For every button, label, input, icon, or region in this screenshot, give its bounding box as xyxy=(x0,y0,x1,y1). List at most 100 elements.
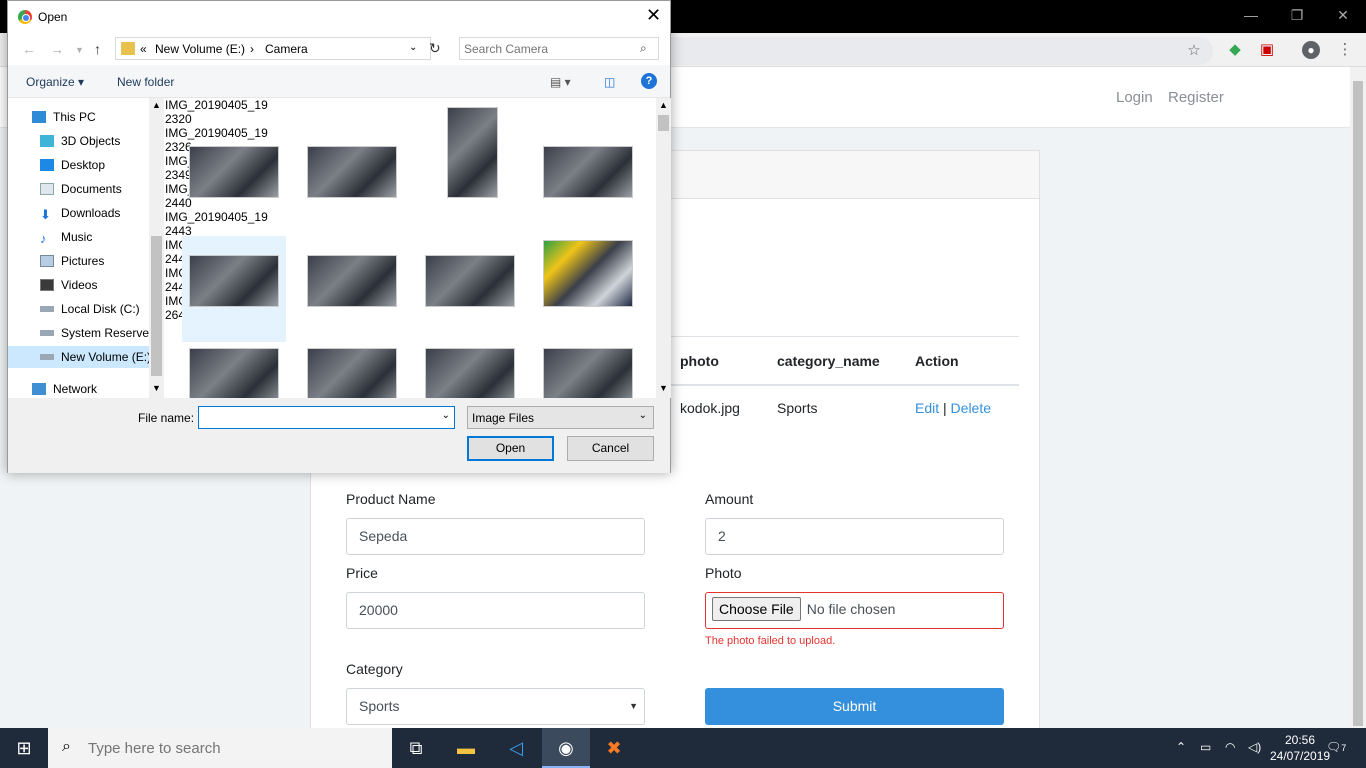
battery-icon[interactable]: ▭ xyxy=(1200,740,1211,754)
file-item[interactable] xyxy=(300,98,404,204)
open-file-dialog: Open ✕ ← → ▼ ↑ « New Volume (E:) › Camer… xyxy=(7,0,671,473)
dialog-close-icon[interactable]: ✕ xyxy=(646,5,661,26)
wifi-icon[interactable]: ◠ xyxy=(1225,740,1235,754)
xampp-icon[interactable]: ✖ xyxy=(590,728,638,768)
volume-icon[interactable]: ◁) xyxy=(1248,740,1261,754)
sidebar-item-label: This PC xyxy=(53,110,96,124)
taskbar-clock[interactable]: 20:56 24/07/2019 xyxy=(1270,732,1330,764)
taskbar-search[interactable]: ⌕ xyxy=(48,728,392,768)
photo-error-message: The photo failed to upload. xyxy=(705,635,836,647)
notification-count: 7 xyxy=(1341,743,1347,753)
image-thumbnail xyxy=(189,348,279,398)
back-arrow-icon[interactable]: ← xyxy=(22,41,36,57)
table-header-photo: photo xyxy=(680,353,719,369)
file-item[interactable] xyxy=(536,348,640,398)
minimize-icon[interactable]: — xyxy=(1228,0,1274,33)
file-item[interactable] xyxy=(182,348,286,398)
breadcrumb-camera[interactable]: Camera xyxy=(265,42,308,56)
close-window-icon[interactable]: ✕ xyxy=(1320,0,1366,33)
chrome-taskbar-icon[interactable]: ◉ xyxy=(542,728,590,768)
photo-file-input[interactable]: Choose File No file chosen xyxy=(705,592,1004,629)
image-thumbnail xyxy=(543,348,633,398)
delete-link[interactable]: Delete xyxy=(951,400,991,416)
navigation-scroll-thumb[interactable] xyxy=(151,236,162,376)
dialog-search[interactable]: ⌕ xyxy=(459,37,659,60)
new-folder-button[interactable]: New folder xyxy=(117,75,174,89)
path-dropdown-icon[interactable]: ⌄ xyxy=(409,42,417,53)
windows-taskbar: ⊞ ⌕ ⧉ ▬ ◁ ◉ ✖ ⌃ ▭ ◠ ◁) 20:56 24/07/2019 … xyxy=(0,728,1366,768)
navigation-scrollbar[interactable]: ▲ ▼ xyxy=(149,98,164,398)
table-header-action: Action xyxy=(915,353,959,369)
vscode-icon[interactable]: ◁ xyxy=(492,728,540,768)
sidebar-item-label: Downloads xyxy=(61,206,121,220)
refresh-icon[interactable]: ↻ xyxy=(429,40,441,57)
forward-arrow-icon[interactable]: → xyxy=(50,41,64,57)
help-icon[interactable]: ? xyxy=(641,73,657,89)
organize-button[interactable]: Organize ▾ xyxy=(26,75,84,89)
restore-icon[interactable]: ❐ xyxy=(1274,0,1320,33)
price-input[interactable]: 20000 xyxy=(346,592,645,629)
choose-file-button[interactable]: Choose File xyxy=(712,597,801,621)
taskbar-search-input[interactable] xyxy=(88,738,378,758)
file-item[interactable] xyxy=(182,98,286,204)
nav-login-link[interactable]: Login xyxy=(1116,89,1153,106)
menu-kebab-icon[interactable]: ⋮ xyxy=(1336,41,1354,59)
file-item[interactable] xyxy=(536,236,640,342)
image-thumbnail xyxy=(307,146,397,198)
amount-input[interactable]: 2 xyxy=(705,518,1004,555)
page-scrollbar[interactable] xyxy=(1350,67,1366,728)
file-grid-scrollbar[interactable]: ▲ ▼ xyxy=(656,98,671,398)
file-item[interactable] xyxy=(418,236,522,342)
page-scrollbar-thumb[interactable] xyxy=(1353,81,1363,726)
category-label: Category xyxy=(346,661,403,677)
scroll-up-icon[interactable]: ▲ xyxy=(659,100,668,110)
scroll-up-icon[interactable]: ▲ xyxy=(152,100,161,110)
product-name-input[interactable]: Sepeda xyxy=(346,518,645,555)
sidebar-item-label: Network xyxy=(53,382,98,396)
open-button[interactable]: Open xyxy=(467,436,554,461)
extension-icon[interactable]: ◆ xyxy=(1226,41,1244,59)
dialog-title: Open xyxy=(38,10,68,24)
file-explorer-icon[interactable]: ▬ xyxy=(442,728,490,768)
profile-avatar-icon[interactable]: ● xyxy=(1302,41,1320,59)
view-options-icon[interactable]: ▤ ▾ xyxy=(550,75,571,89)
file-item-selected[interactable] xyxy=(182,236,286,342)
sidebar-item-system-reserved[interactable]: System Reserved xyxy=(40,322,150,344)
file-name-dropdown-icon[interactable]: ⌄ xyxy=(442,410,450,421)
file-grid-scroll-thumb[interactable] xyxy=(658,115,669,131)
tray-chevron-up-icon[interactable]: ⌃ xyxy=(1176,740,1186,754)
pdf-extension-icon[interactable]: ▣ xyxy=(1258,41,1276,59)
breadcrumb-overflow[interactable]: « xyxy=(140,42,147,56)
search-icon: ⌕ xyxy=(640,41,647,55)
image-thumbnail xyxy=(543,240,633,307)
file-name-input[interactable]: ⌄ xyxy=(198,406,455,429)
drive-icon xyxy=(40,354,54,360)
film-icon xyxy=(40,279,54,291)
edit-link[interactable]: Edit xyxy=(915,400,939,416)
file-item[interactable] xyxy=(418,98,522,204)
bookmark-star-icon[interactable]: ☆ xyxy=(1185,42,1203,60)
file-item[interactable] xyxy=(300,236,404,342)
file-item[interactable] xyxy=(300,348,404,398)
scroll-down-icon[interactable]: ▼ xyxy=(152,383,161,393)
breadcrumb-drive[interactable]: New Volume (E:) xyxy=(155,42,245,56)
task-view-icon[interactable]: ⧉ xyxy=(392,728,440,768)
recent-locations-icon[interactable]: ▼ xyxy=(75,45,84,55)
windows-start-icon[interactable]: ⊞ xyxy=(0,728,48,768)
file-type-select[interactable]: Image Files ⌄ xyxy=(467,406,654,429)
submit-button[interactable]: Submit xyxy=(705,688,1004,725)
cancel-button[interactable]: Cancel xyxy=(567,436,654,461)
path-bar[interactable]: « New Volume (E:) › Camera ⌄ ↻ xyxy=(115,37,441,60)
up-arrow-icon[interactable]: ↑ xyxy=(94,41,101,57)
dialog-search-input[interactable] xyxy=(464,40,634,58)
address-bar[interactable]: ☆ xyxy=(660,37,1213,65)
network-icon xyxy=(32,383,46,395)
sidebar-item-new-volume-e[interactable]: New Volume (E:) xyxy=(8,346,149,368)
notification-center-icon[interactable]: 🗨7 xyxy=(1326,740,1346,754)
preview-pane-icon[interactable]: ◫ xyxy=(604,75,615,89)
category-select[interactable]: Sports ▼ xyxy=(346,688,645,725)
file-item[interactable] xyxy=(536,98,640,204)
nav-register-link[interactable]: Register xyxy=(1168,89,1224,106)
file-item[interactable] xyxy=(418,348,522,398)
scroll-down-icon[interactable]: ▼ xyxy=(659,383,668,393)
